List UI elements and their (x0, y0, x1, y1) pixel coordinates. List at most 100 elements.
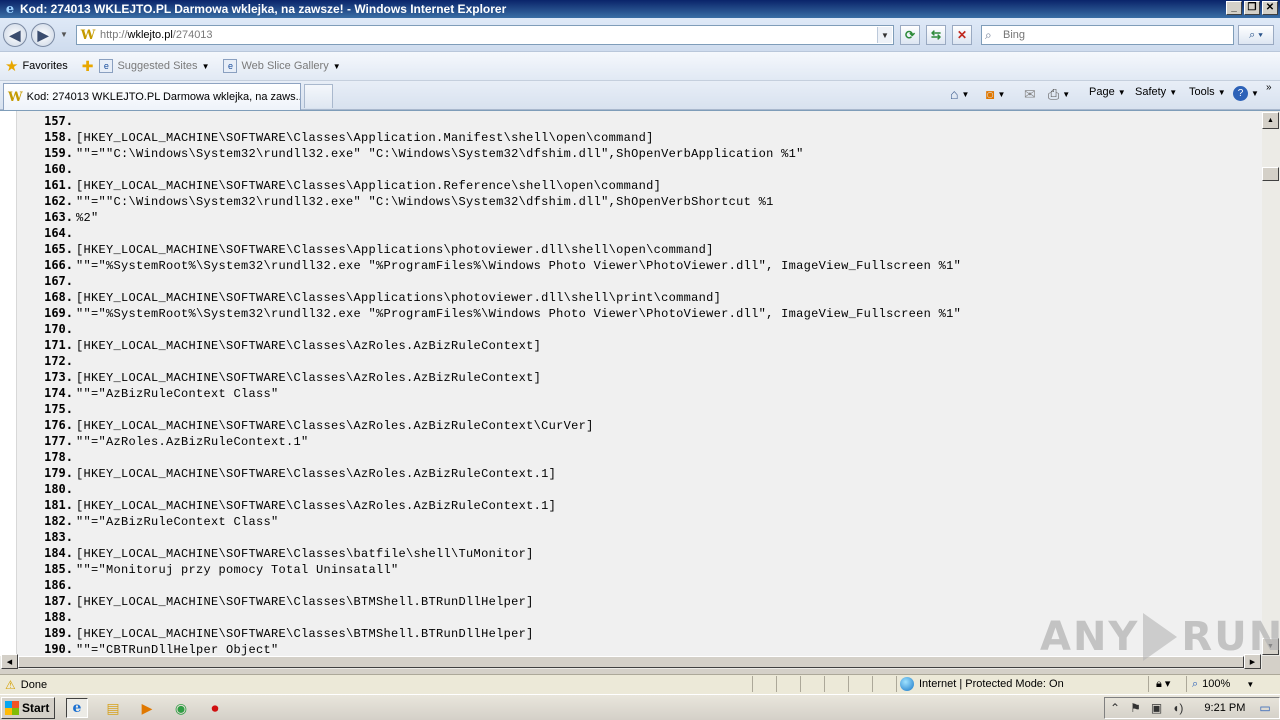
code-line: 185. ""="Monitoruj przy pomocy Total Unin… (17, 561, 1262, 577)
safety-menu[interactable]: Safety ▼ (1135, 86, 1177, 98)
line-number: 171. (44, 338, 73, 352)
clock[interactable]: 9:21 PM (1204, 702, 1245, 714)
windows-flag-icon (5, 701, 19, 715)
globe-icon (900, 677, 914, 691)
protected-mode-icon[interactable]: 🔒︎ ▾ (1156, 677, 1170, 691)
title-bar: e Kod: 274013 WKLEJTO.PL Darmowa wklejka… (0, 0, 1280, 18)
web-slice-gallery-button[interactable]: e Web Slice Gallery ▼ (223, 59, 341, 73)
favorites-button[interactable]: ★ Favorites (0, 57, 68, 75)
recent-pages-dropdown-icon[interactable]: ▼ (60, 30, 68, 39)
line-text: [HKEY_LOCAL_MACHINE\SOFTWARE\Classes\App… (76, 131, 654, 145)
line-number: 180. (44, 482, 73, 496)
line-number: 164. (44, 226, 73, 240)
read-mail-button[interactable]: ✉ (1024, 86, 1036, 103)
minimize-button[interactable]: _ (1226, 1, 1242, 15)
start-button[interactable]: Start (1, 697, 55, 719)
line-text: [HKEY_LOCAL_MACHINE\SOFTWARE\Classes\BTM… (76, 595, 534, 609)
code-line: 186. (17, 577, 1262, 593)
security-zone[interactable]: Internet | Protected Mode: On (900, 676, 1064, 692)
line-number: 160. (44, 162, 73, 176)
vertical-scrollbar[interactable]: ▲ ▼ (1262, 111, 1280, 656)
line-text: ""="AzBizRuleContext Class" (76, 387, 279, 401)
window-controls: _ ❐ ✕ (1226, 1, 1278, 15)
status-divider (800, 676, 801, 692)
compatibility-view-icon[interactable]: ⟳ (900, 25, 920, 45)
page-menu[interactable]: Page ▼ (1089, 86, 1126, 98)
taskbar-media-player-icon[interactable]: ▶ (136, 698, 158, 718)
forward-button[interactable]: ▶ (31, 23, 55, 47)
line-number: 157. (44, 114, 73, 128)
status-divider (896, 676, 897, 692)
code-line: 163. %2" (17, 209, 1262, 225)
show-hidden-icons[interactable]: ⌃ (1110, 701, 1120, 715)
line-text: ""="Monitoruj przy pomocy Total Uninsata… (76, 563, 399, 577)
suggested-sites-button[interactable]: e Suggested Sites ▼ (99, 59, 209, 73)
line-number: 190. (44, 642, 73, 656)
line-number: 167. (44, 274, 73, 288)
line-number: 188. (44, 610, 73, 624)
add-to-favorites-bar-icon[interactable]: ✚ (82, 58, 94, 75)
line-number: 175. (44, 402, 73, 416)
code-line: 176. [HKEY_LOCAL_MACHINE\SOFTWARE\Classes… (17, 417, 1262, 433)
taskbar-antivirus-icon[interactable]: ⏺ (204, 698, 226, 718)
code-line: 187. [HKEY_LOCAL_MACHINE\SOFTWARE\Classes… (17, 593, 1262, 609)
address-dropdown-icon[interactable]: ▼ (877, 27, 892, 43)
volume-icon[interactable]: ◖) (1172, 701, 1183, 715)
search-box[interactable]: ⌕ (981, 25, 1234, 45)
code-line: 182. ""="AzBizRuleContext Class" (17, 513, 1262, 529)
taskbar-explorer-icon[interactable]: ▤ (102, 698, 124, 718)
navigation-bar: ◀ ▶ ▼ W http://wklejto.pl/274013 ▼ ⟳ ⇆ ✕… (0, 18, 1280, 52)
line-text: ""="AzBizRuleContext Class" (76, 515, 279, 529)
taskbar-chrome-icon[interactable]: ◉ (170, 698, 192, 718)
line-number: 170. (44, 322, 73, 336)
network-icon[interactable]: ▣ (1151, 701, 1162, 715)
chevron-down-icon: ▼ (201, 61, 210, 71)
code-line: 171. [HKEY_LOCAL_MACHINE\SOFTWARE\Classes… (17, 337, 1262, 353)
url-host: wklejto.pl (127, 29, 173, 41)
url-path: /274013 (172, 29, 213, 41)
help-button[interactable]: ? ▼ (1233, 86, 1259, 101)
close-button[interactable]: ✕ (1262, 1, 1278, 15)
refresh-icon[interactable]: ⇆ (926, 25, 946, 45)
zoom-control[interactable]: ⌕ 100% ▼ (1192, 676, 1254, 692)
line-text: [HKEY_LOCAL_MACHINE\SOFTWARE\Classes\App… (76, 291, 722, 305)
ie-logo-icon: e (5, 1, 15, 17)
tab-active[interactable]: W Kod: 274013 WKLEJTO.PL Darmowa wklejka… (3, 83, 301, 110)
more-commands-icon[interactable]: » (1266, 82, 1272, 93)
safety-menu-label: Safety (1135, 86, 1167, 98)
line-text: [HKEY_LOCAL_MACHINE\SOFTWARE\Classes\AzR… (76, 371, 542, 385)
scroll-left-button[interactable]: ◀ (1, 654, 18, 669)
taskbar: Start e ▤ ▶ ◉ ⏺ ⌃ ⚑ ▣ ◖) 9:21 PM ▭ (0, 694, 1280, 720)
back-button[interactable]: ◀ (3, 23, 27, 47)
taskbar-ie-icon[interactable]: e (66, 698, 88, 718)
search-provider-icon: ⌕ (985, 27, 992, 42)
scroll-up-button[interactable]: ▲ (1262, 112, 1279, 129)
restore-button[interactable]: ❐ (1244, 1, 1260, 15)
action-center-flag-icon[interactable]: ⚑ (1130, 701, 1141, 715)
zoom-level: 100% (1202, 678, 1231, 690)
stop-icon[interactable]: ✕ (952, 25, 972, 45)
anyrun-watermark: ANY RUN (1040, 608, 1280, 666)
show-desktop-icon[interactable]: ▭ (1259, 701, 1270, 715)
line-text: [HKEY_LOCAL_MACHINE\SOFTWARE\Classes\AzR… (76, 467, 557, 481)
search-input[interactable] (1003, 29, 1223, 41)
zoom-icon: ⌕ (1192, 677, 1199, 690)
status-text: Done (20, 678, 48, 691)
code-line: 158. [HKEY_LOCAL_MACHINE\SOFTWARE\Classes… (17, 129, 1262, 145)
address-bar[interactable]: W http://wklejto.pl/274013 ▼ (76, 25, 894, 45)
line-text: ""="CBTRunDllHelper Object" (76, 643, 279, 656)
code-line: 159. ""=""C:\Windows\System32\rundll32.ex… (17, 145, 1262, 161)
line-text: [HKEY_LOCAL_MACHINE\SOFTWARE\Classes\AzR… (76, 339, 542, 353)
code-line: 175. (17, 401, 1262, 417)
search-button[interactable]: ⌕ ▾ (1238, 25, 1274, 45)
help-icon: ? (1233, 86, 1248, 101)
line-number: 181. (44, 498, 73, 512)
print-button[interactable]: ⎙ ▼ (1048, 86, 1070, 103)
new-tab-button[interactable] (304, 84, 333, 108)
tools-menu[interactable]: Tools ▼ (1189, 86, 1226, 98)
vertical-scroll-thumb[interactable] (1262, 167, 1279, 181)
status-divider (1186, 676, 1187, 692)
start-label: Start (22, 701, 50, 715)
home-button[interactable]: ⌂ ▼ (950, 86, 969, 102)
feeds-button[interactable]: ◙ ▼ (986, 86, 1005, 102)
